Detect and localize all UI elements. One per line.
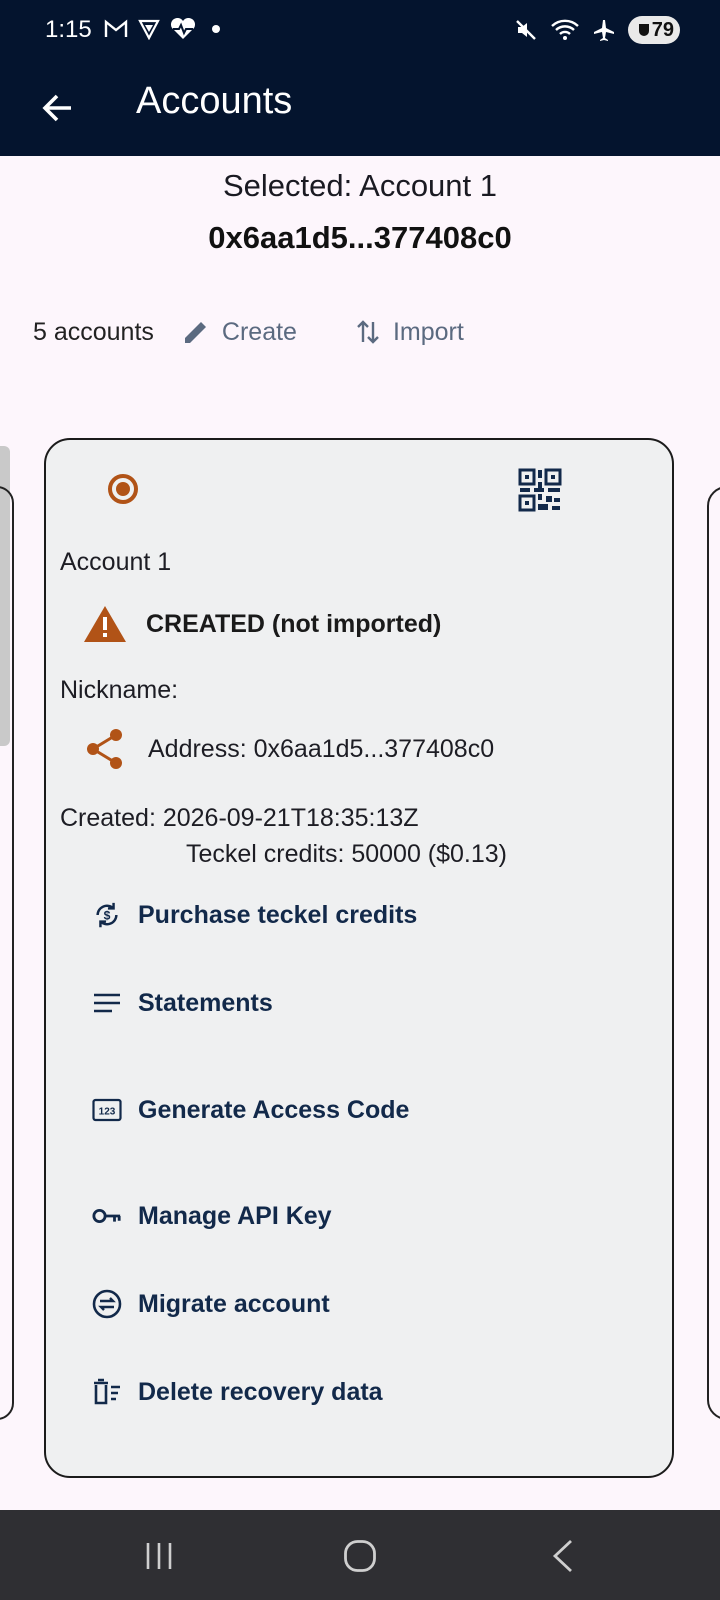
back-button[interactable] (28, 78, 88, 138)
address-row[interactable]: Address: 0x6aa1d5...377408c0 (86, 728, 494, 770)
teckel-credits: Teckel credits: 50000 ($0.13) (186, 840, 508, 868)
status-time: 1:15 (45, 16, 92, 43)
gmail-icon (104, 19, 128, 37)
previous-account-card[interactable] (0, 486, 14, 1420)
create-button-label: Create (221, 317, 297, 346)
vpn-shield-icon (138, 19, 160, 40)
wifi-icon (551, 19, 579, 40)
accounts-toolbar: 5 accounts Create Import (33, 310, 464, 354)
account-status: CREATED (not imported) (82, 604, 441, 644)
delete-sweep-icon (92, 1377, 122, 1407)
notification-icons (104, 18, 220, 40)
created-timestamp: Created: 2026-09-21T18:35:13Z (60, 804, 419, 832)
statements-label: Statements (138, 988, 273, 1017)
airplane-icon (594, 20, 614, 41)
purchase-credits-button[interactable]: $ Purchase teckel credits (92, 900, 417, 930)
selected-account-label: Selected: Account 1 (222, 168, 498, 203)
nickname-label: Nickname: (60, 676, 179, 704)
status-bar: 1:15 79 (0, 0, 720, 60)
system-navigation-bar (0, 1510, 720, 1600)
select-account-radio[interactable] (108, 474, 138, 504)
statements-button[interactable]: Statements (92, 988, 273, 1018)
accounts-count: 5 accounts (33, 317, 154, 346)
manage-api-key-label: Manage API Key (138, 1201, 332, 1230)
shield-icon (638, 24, 649, 36)
page-title: Accounts (136, 80, 293, 122)
migrate-account-label: Migrate account (138, 1289, 330, 1318)
selected-account-address: 0x6aa1d5...377408c0 (208, 220, 512, 255)
swap-circle-icon (92, 1289, 122, 1319)
numbers-123-icon: 123 (92, 1095, 122, 1125)
import-button[interactable]: Import (355, 318, 464, 347)
next-account-card[interactable] (707, 486, 720, 1420)
swap-vertical-icon (357, 320, 379, 344)
battery-indicator: 79 (628, 16, 680, 44)
account-name: Account 1 (60, 548, 172, 576)
account-address: Address: 0x6aa1d5...377408c0 (148, 734, 495, 763)
qr-code-icon[interactable] (518, 468, 562, 512)
app-bar: Accounts (0, 60, 720, 156)
delete-recovery-data-label: Delete recovery data (138, 1377, 383, 1406)
migrate-account-button[interactable]: Migrate account (92, 1289, 330, 1319)
recent-apps-button[interactable] (124, 1528, 194, 1584)
home-icon (344, 1540, 376, 1572)
lines-icon (92, 988, 122, 1018)
warning-icon (84, 606, 126, 642)
svg-text:123: 123 (99, 1107, 116, 1118)
generate-access-code-label: Generate Access Code (138, 1095, 410, 1124)
dot-icon (212, 25, 220, 33)
pencil-icon (184, 322, 206, 343)
recent-apps-icon (146, 1543, 172, 1569)
heart-monitor-icon (170, 18, 196, 39)
account-card: Account 1 CREATED (not imported) Nicknam… (44, 438, 674, 1478)
currency-exchange-icon: $ (92, 900, 122, 930)
battery-level: 79 (651, 18, 674, 41)
delete-recovery-data-button[interactable]: Delete recovery data (92, 1377, 383, 1407)
account-status-text: CREATED (not imported) (146, 609, 442, 638)
manage-api-key-button[interactable]: Manage API Key (92, 1201, 332, 1231)
create-button[interactable]: Create (182, 318, 297, 347)
purchase-credits-label: Purchase teckel credits (138, 900, 418, 929)
system-icons: 79 (514, 16, 680, 44)
home-button[interactable] (325, 1528, 395, 1584)
generate-access-code-button[interactable]: 123 Generate Access Code (92, 1095, 409, 1125)
radio-selected-dot (116, 482, 130, 496)
system-back-button[interactable] (528, 1528, 598, 1584)
arrow-back-icon (42, 94, 71, 122)
svg-text:$: $ (104, 909, 111, 923)
back-chevron-icon (552, 1539, 572, 1573)
import-button-label: Import (392, 317, 464, 346)
key-icon (92, 1201, 122, 1231)
mute-icon (516, 20, 536, 40)
share-icon (87, 729, 122, 769)
